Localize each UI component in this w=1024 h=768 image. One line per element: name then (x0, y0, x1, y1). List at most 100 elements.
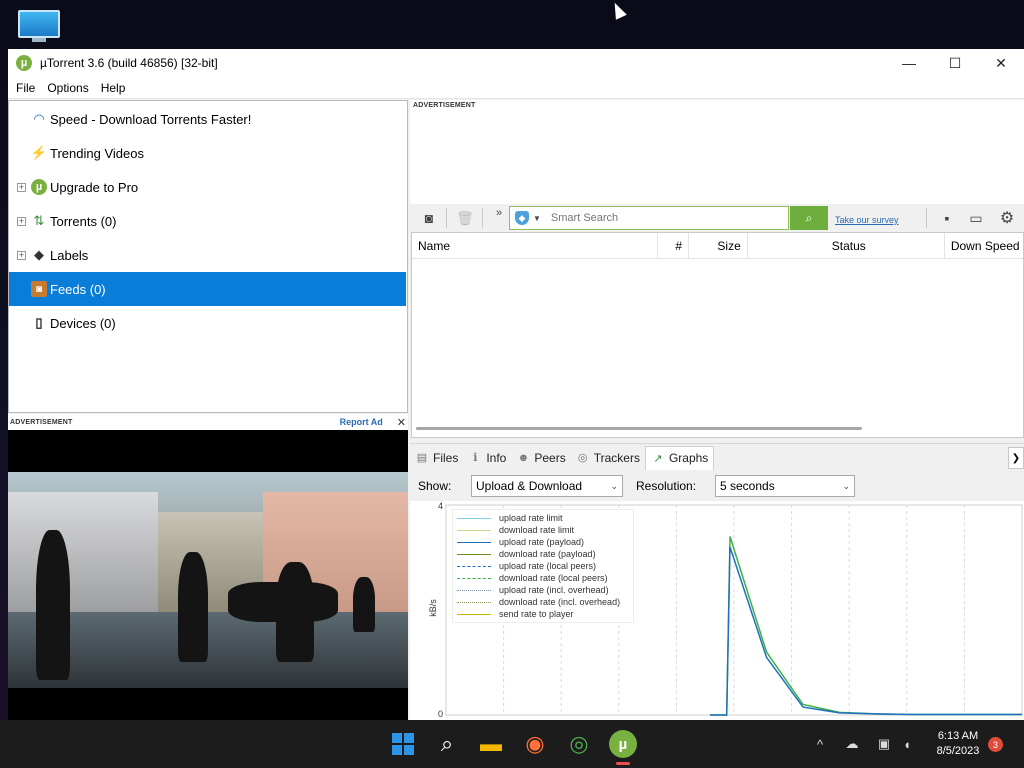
rss-feed-icon[interactable]: ◙ (420, 209, 438, 227)
chevron-up-icon[interactable]: ^ (810, 734, 830, 754)
rss-icon: ◙ (31, 281, 47, 297)
ad-tag: ADVERTISEMENT (10, 418, 73, 426)
resolution-select[interactable]: 5 seconds ⌄ (715, 475, 855, 497)
survey-link[interactable]: Take our survey (835, 215, 899, 225)
ad-tag: ADVERTISEMENT (413, 102, 476, 109)
legend-swatch (457, 577, 491, 579)
notification-badge[interactable]: 3 (988, 737, 1003, 752)
chevron-down-icon[interactable]: ▼ (533, 214, 541, 223)
minimize-button[interactable]: — (886, 49, 932, 77)
sidebar-item-feeds[interactable]: ◙ Feeds (0) (9, 272, 406, 306)
left-advertisement[interactable]: ADVERTISEMENT Report Ad ✕ (8, 414, 408, 720)
legend-entry: send rate to player (457, 608, 629, 620)
more-tools-icon[interactable]: » (490, 204, 508, 222)
toolbar: ◙ 🗑 » ◆ ▼ ⌕ Take our survey ▪ ▭ ⚙ (410, 204, 1024, 232)
legend-entry: download rate (payload) (457, 548, 629, 560)
close-ad-icon[interactable]: ✕ (397, 416, 406, 429)
tab-files[interactable]: ▤ Files (410, 446, 463, 470)
y-axis-label: kB/s (427, 599, 438, 617)
expand-icon[interactable]: + (17, 250, 26, 260)
torrent-table: Name # Size Status Down Speed (411, 232, 1024, 438)
legend-swatch (457, 601, 491, 603)
legend-swatch (457, 589, 491, 591)
ad-video[interactable] (8, 472, 408, 688)
tab-graphs[interactable]: ↗ Graphs (644, 445, 715, 470)
clock[interactable]: 6:13 AM 8/5/2023 (928, 729, 988, 759)
top-advertisement[interactable]: ADVERTISEMENT (410, 100, 1024, 204)
search-input[interactable] (550, 212, 776, 224)
search-button[interactable]: ⌕ (790, 206, 828, 230)
utorrent-window: µ µTorrent 3.6 (build 46856) [32-bit] — … (8, 49, 1024, 720)
column-name[interactable]: Name (412, 233, 658, 259)
maximize-button[interactable]: ☐ (932, 49, 978, 77)
menu-options[interactable]: Options (41, 81, 94, 95)
mouse-cursor (609, 0, 627, 20)
chevron-right-icon[interactable]: ❯ (1008, 447, 1024, 469)
horizontal-scrollbar[interactable] (416, 427, 862, 430)
chat-icon[interactable]: ▪ (938, 209, 956, 227)
column-status[interactable]: Status (748, 233, 945, 259)
y-tick-label: 0 (438, 709, 444, 719)
menu-file[interactable]: File (10, 81, 41, 95)
sidebar-item-label: Trending Videos (50, 145, 144, 161)
smart-search-box[interactable]: ◆ ▼ (509, 206, 789, 230)
legend-entry: upload rate (payload) (457, 536, 629, 548)
show-select[interactable]: Upload & Download ⌄ (471, 475, 623, 497)
utorrent-taskbar-icon[interactable]: µ (609, 730, 637, 758)
legend-label: download rate (incl. overhead) (499, 597, 621, 607)
sidebar-item-speed[interactable]: ◠ Speed - Download Torrents Faster! (9, 102, 406, 136)
menu-bar: File Options Help (8, 77, 1024, 99)
column-down-speed[interactable]: Down Speed (945, 233, 1023, 259)
legend-entry: download rate (incl. overhead) (457, 596, 629, 608)
gear-icon[interactable]: ⚙ (998, 209, 1016, 227)
legend-entry: upload rate limit (457, 512, 629, 524)
tab-trackers[interactable]: ◎ Trackers (571, 446, 645, 470)
sidebar-item-trending-videos[interactable]: ⚡ Trending Videos (9, 136, 406, 170)
sidebar-item-upgrade-pro[interactable]: + µ Upgrade to Pro (9, 170, 406, 204)
menu-help[interactable]: Help (95, 81, 132, 95)
sidebar-item-torrents[interactable]: + ⇅ Torrents (0) (9, 204, 406, 238)
utorrent-logo-icon: µ (16, 55, 32, 71)
monitor-icon[interactable]: ▭ (967, 209, 985, 227)
tab-info[interactable]: ℹ Info (463, 446, 511, 470)
this-pc-desktop-icon[interactable] (18, 10, 60, 44)
column-size[interactable]: Size (689, 233, 748, 259)
clock-time: 6:13 AM (937, 730, 979, 742)
firefox-icon[interactable]: ◉ (521, 730, 549, 758)
info-icon: ℹ (473, 452, 478, 464)
search-icon[interactable]: ⌕ (433, 730, 461, 758)
file-explorer-icon[interactable]: ▬ (477, 730, 505, 758)
series-line (710, 546, 1022, 716)
legend-label: download rate (payload) (499, 549, 596, 559)
report-ad-link[interactable]: Report Ad (340, 417, 383, 427)
taskbar: ⌕ ▬ ◉ ◎ µ ^ ☁ ▣ ◖ 6:13 AM 8/5/2023 3 (0, 720, 1024, 768)
start-button[interactable] (389, 730, 417, 758)
chevron-down-icon: ⌄ (842, 480, 850, 491)
legend-label: download rate (local peers) (499, 573, 608, 583)
clock-date: 8/5/2023 (936, 745, 980, 757)
chevron-down-icon: ⌄ (610, 480, 618, 491)
graph-legend: upload rate limit download rate limit uplo… (452, 509, 634, 623)
graph-options: Show: Upload & Download ⌄ Resolution: 5 … (410, 471, 1024, 501)
sidebar-item-devices[interactable]: ▯ Devices (0) (9, 306, 406, 340)
trash-icon[interactable]: 🗑 (456, 209, 474, 227)
volume-icon[interactable]: ◖ (897, 734, 917, 754)
legend-label: upload rate (local peers) (499, 561, 597, 571)
sidebar-item-labels[interactable]: + ◆ Labels (9, 238, 406, 272)
column-number[interactable]: # (658, 233, 690, 259)
tag-icon: ◆ (34, 247, 44, 262)
title-bar[interactable]: µ µTorrent 3.6 (build 46856) [32-bit] — … (8, 49, 1024, 77)
tab-peers[interactable]: ☻ Peers (511, 446, 570, 470)
lightning-icon: ⚡ (30, 145, 48, 160)
network-icon[interactable]: ▣ (874, 734, 894, 754)
expand-icon[interactable]: + (17, 182, 26, 192)
expand-icon[interactable]: + (17, 216, 26, 226)
legend-swatch (457, 517, 491, 519)
graph-icon: ↗ (653, 452, 663, 465)
shield-icon[interactable]: ◆ (515, 211, 529, 225)
legend-entry: download rate (local peers) (457, 572, 629, 584)
close-button[interactable]: ✕ (978, 49, 1024, 77)
show-label: Show: (418, 479, 452, 493)
chrome-icon[interactable]: ◎ (565, 730, 593, 758)
cloud-icon[interactable]: ☁ (842, 734, 862, 754)
